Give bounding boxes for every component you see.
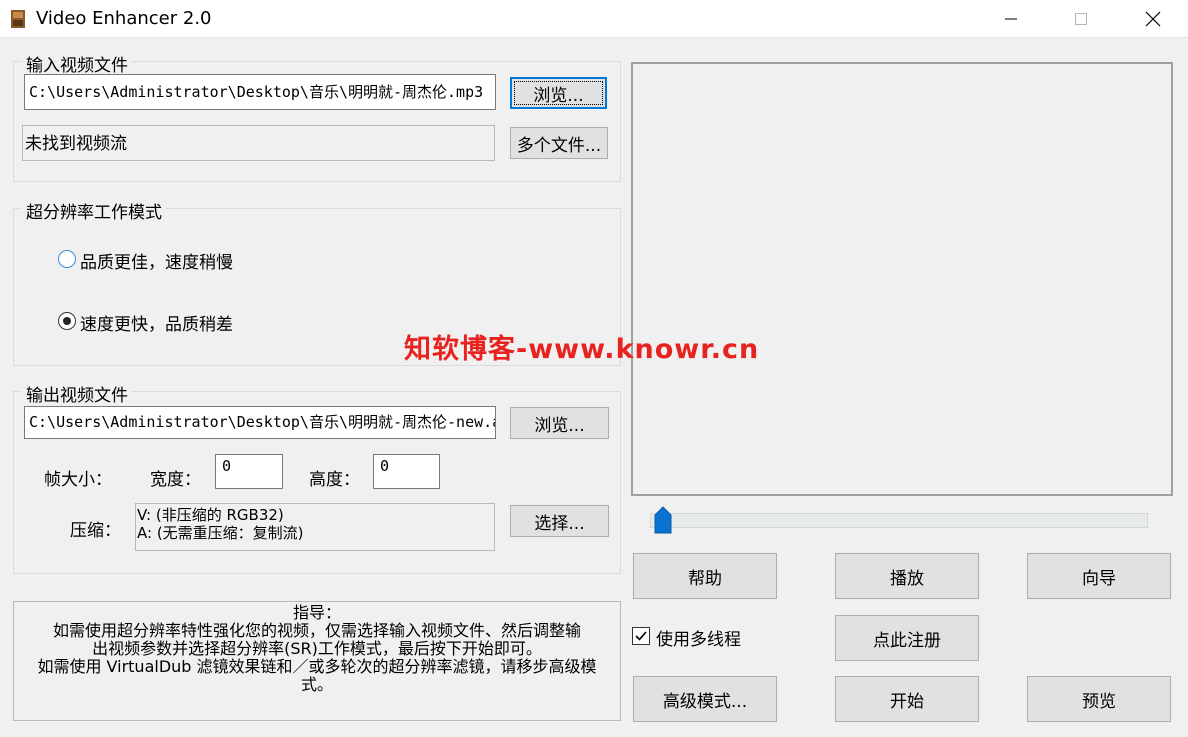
app-icon (11, 10, 25, 28)
mode-speed-radio[interactable] (58, 312, 76, 330)
play-button[interactable]: 播放 (835, 553, 979, 599)
output-browse-label: 浏览... (534, 415, 585, 436)
advanced-mode-label: 高级模式... (662, 691, 748, 712)
choose-codec-button[interactable]: 选择... (510, 505, 609, 537)
guide-line-3: 如需使用 VirtualDub 滤镜效果链和／或多轮次的超分辨率滤镜，请移步高级… (37, 657, 597, 676)
minimize-icon (1005, 18, 1017, 20)
checkmark-icon (635, 631, 647, 641)
input-path-field[interactable]: C:\Users\Administrator\Desktop\音乐\明明就-周杰… (24, 74, 496, 110)
advanced-mode-button[interactable]: 高级模式... (633, 676, 777, 722)
maximize-button[interactable] (1058, 0, 1104, 38)
video-preview-area (631, 62, 1173, 496)
guide-line-1: 如需使用超分辨率特性强化您的视频，仅需选择输入视频文件、然后调整输 (52, 621, 581, 640)
multithread-label[interactable]: 使用多线程 (656, 625, 741, 650)
guide-line-4: 式。 (300, 675, 333, 694)
input-browse-button[interactable]: 浏览... (510, 77, 607, 109)
start-label: 开始 (890, 691, 924, 712)
multi-files-label: 多个文件... (516, 135, 602, 156)
start-button[interactable]: 开始 (835, 676, 979, 722)
close-icon (1145, 11, 1161, 27)
mode-speed-label[interactable]: 速度更快，品质稍差 (80, 310, 233, 335)
compress-video-line: V: (非压缩的 RGB32) (137, 506, 284, 524)
title-bar[interactable]: Video Enhancer 2.0 (0, 0, 1188, 38)
wizard-button[interactable]: 向导 (1027, 553, 1171, 599)
compress-label: 压缩： (70, 521, 121, 541)
seek-slider-thumb[interactable] (654, 506, 672, 534)
input-status-field: 未找到视频流 (22, 125, 495, 161)
preview-button[interactable]: 预览 (1027, 676, 1171, 722)
watermark-text: 知软博客-www.knowr.cn (404, 334, 760, 365)
close-button[interactable] (1130, 0, 1176, 38)
height-input[interactable]: 0 (373, 454, 440, 489)
height-label: 高度： (309, 470, 360, 490)
guide-panel: 指导： 如需使用超分辨率特性强化您的视频，仅需选择输入视频文件、然后调整输 出视… (13, 601, 621, 721)
window-title: Video Enhancer 2.0 (36, 8, 212, 29)
frame-size-label: 帧大小： (44, 470, 112, 490)
preview-label: 预览 (1082, 691, 1116, 712)
maximize-icon (1075, 13, 1087, 25)
output-browse-button[interactable]: 浏览... (510, 407, 609, 439)
mode-quality-radio[interactable] (58, 250, 76, 268)
seek-slider-track[interactable] (650, 513, 1148, 528)
compress-info: V: (非压缩的 RGB32) A: (无需重压缩：复制流) (135, 503, 495, 551)
choose-codec-label: 选择... (534, 513, 585, 534)
play-label: 播放 (890, 568, 924, 589)
minimize-button[interactable] (988, 0, 1034, 38)
compress-audio-line: A: (无需重压缩：复制流) (137, 524, 304, 542)
width-input[interactable]: 0 (215, 454, 283, 489)
input-browse-label: 浏览... (533, 85, 584, 106)
input-file-legend: 输入视频文件 (22, 51, 132, 76)
sr-mode-legend: 超分辨率工作模式 (22, 198, 166, 223)
register-button[interactable]: 点此注册 (835, 615, 979, 661)
guide-title: 指导： (292, 603, 341, 622)
multithread-checkbox[interactable] (632, 627, 650, 645)
wizard-label: 向导 (1082, 568, 1116, 589)
width-label: 宽度： (150, 470, 201, 490)
guide-line-2: 出视频参数并选择超分辨率(SR)工作模式，最后按下开始即可。 (92, 639, 542, 658)
help-label: 帮助 (688, 568, 722, 589)
mode-quality-label[interactable]: 品质更佳，速度稍慢 (80, 248, 233, 273)
multi-files-button[interactable]: 多个文件... (510, 127, 608, 159)
output-file-legend: 输出视频文件 (22, 381, 132, 406)
register-label: 点此注册 (873, 630, 941, 651)
help-button[interactable]: 帮助 (633, 553, 777, 599)
output-path-field[interactable]: C:\Users\Administrator\Desktop\音乐\明明就-周杰… (24, 406, 496, 439)
